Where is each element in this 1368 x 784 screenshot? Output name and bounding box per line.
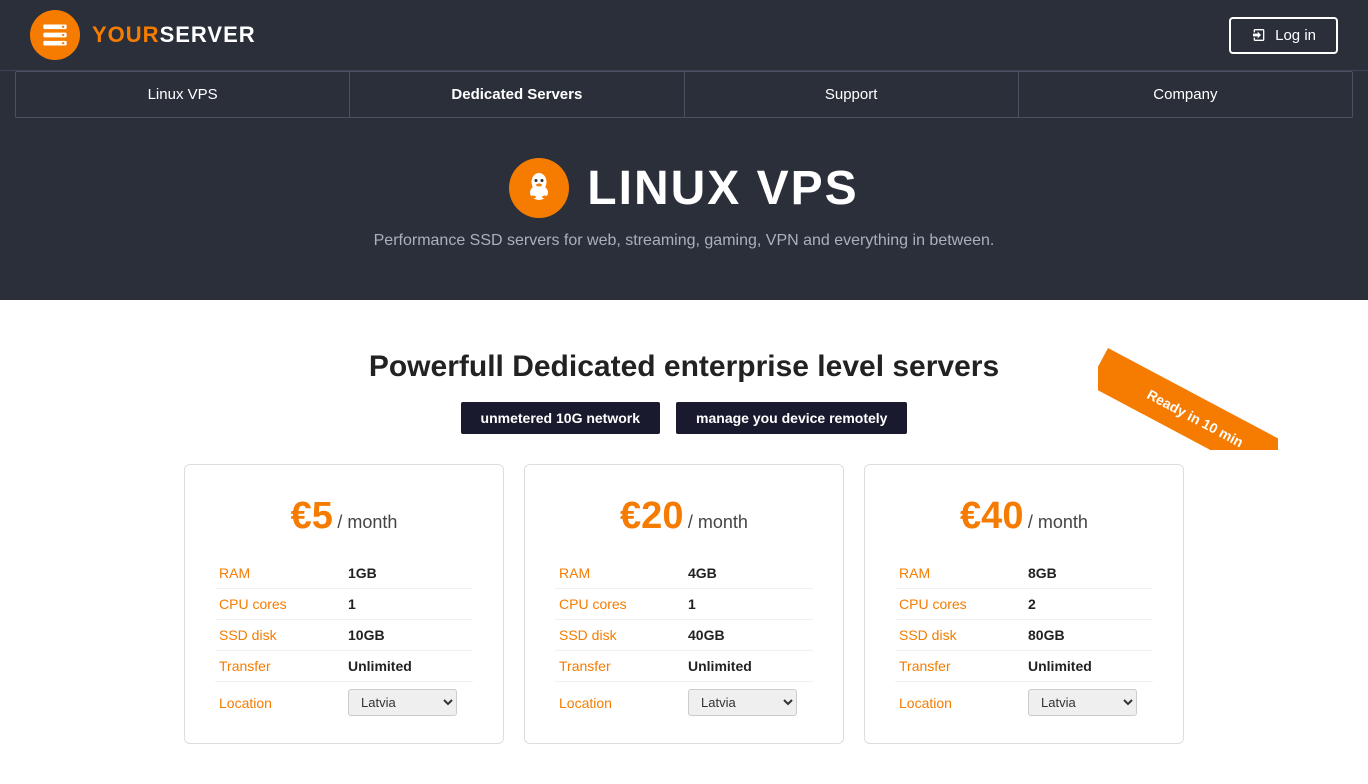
spec-label: SSD disk [895,620,1024,651]
spec-label: Transfer [215,651,344,682]
spec-label: Transfer [895,651,1024,682]
spec-value: Unlimited [684,651,813,682]
spec-label: RAM [895,558,1024,589]
ribbon-container: Ready in 10 min [1098,330,1278,450]
hero-title-area: LINUX VPS [20,158,1348,218]
nav-item-linux-vps[interactable]: Linux VPS [16,72,350,117]
pricing-card-3: €40 / month RAM 8GB CPU cores 2 SSD disk… [864,464,1184,744]
logo-text: YOURSERVER [92,22,256,48]
spec-select-cell[interactable]: Latvia Germany Netherlands USA [684,682,813,724]
nav-item-company[interactable]: Company [1019,72,1352,117]
spec-row: CPU cores 1 [555,589,813,620]
spec-label: CPU cores [215,589,344,620]
spec-label-location: Location [555,682,684,724]
spec-row: Transfer Unlimited [215,651,473,682]
pricing-card-2: €20 / month RAM 4GB CPU cores 1 SSD disk… [524,464,844,744]
main-content: Powerfull Dedicated enterprise level ser… [0,300,1368,784]
spec-label: RAM [215,558,344,589]
logo-icon [30,10,80,60]
spec-value: 1 [344,589,473,620]
hero-section: LINUX VPS Performance SSD servers for we… [0,118,1368,300]
location-select-1[interactable]: Latvia Germany Netherlands USA [348,689,457,716]
hero-linux-icon [509,158,569,218]
nav-link-company[interactable]: Company [1019,72,1352,117]
logo-prefix: YOUR [92,22,160,47]
location-select-3[interactable]: Latvia Germany Netherlands USA [1028,689,1137,716]
price-line-3: €40 / month [895,495,1153,538]
spec-value: 40GB [684,620,813,651]
spec-table-3: RAM 8GB CPU cores 2 SSD disk 80GB Transf… [895,558,1153,723]
spec-value: 80GB [1024,620,1153,651]
nav-link-linux-vps[interactable]: Linux VPS [16,72,349,117]
logo: YOURSERVER [30,10,256,60]
ready-ribbon: Ready in 10 min [1098,348,1278,450]
spec-label: SSD disk [215,620,344,651]
location-select-2[interactable]: Latvia Germany Netherlands USA [688,689,797,716]
spec-row: CPU cores 1 [215,589,473,620]
spec-row-location: Location Latvia Germany Netherlands USA [215,682,473,724]
tux-icon [521,170,557,206]
price-period-1: / month [337,512,397,532]
price-line-2: €20 / month [555,495,813,538]
server-icon [41,21,69,49]
spec-table-2: RAM 4GB CPU cores 1 SSD disk 40GB Transf… [555,558,813,723]
nav-link-dedicated-servers[interactable]: Dedicated Servers [350,72,683,117]
logo-suffix: SERVER [160,22,256,47]
spec-label: RAM [555,558,684,589]
spec-row: SSD disk 40GB [555,620,813,651]
spec-table-1: RAM 1GB CPU cores 1 SSD disk 10GB Transf… [215,558,473,723]
price-amount-2: €20 [620,495,683,537]
spec-select-cell[interactable]: Latvia Germany Netherlands USA [344,682,473,724]
main-nav: Linux VPS Dedicated Servers Support Comp… [0,70,1368,118]
section-header: Powerfull Dedicated enterprise level ser… [30,350,1338,434]
nav-item-dedicated-servers[interactable]: Dedicated Servers [350,72,684,117]
spec-value: 1GB [344,558,473,589]
spec-value: Unlimited [1024,651,1153,682]
spec-row: SSD disk 10GB [215,620,473,651]
price-period-3: / month [1028,512,1088,532]
spec-label: SSD disk [555,620,684,651]
spec-value: 2 [1024,589,1153,620]
spec-label: CPU cores [555,589,684,620]
spec-label: CPU cores [895,589,1024,620]
spec-value: 4GB [684,558,813,589]
nav-link-support[interactable]: Support [685,72,1018,117]
spec-label-location: Location [895,682,1024,724]
pricing-card-1: €5 / month RAM 1GB CPU cores 1 SSD disk … [184,464,504,744]
spec-row: CPU cores 2 [895,589,1153,620]
badge-remote: manage you device remotely [676,402,907,434]
login-icon [1251,27,1267,43]
spec-row: RAM 1GB [215,558,473,589]
spec-label-location: Location [215,682,344,724]
spec-value: 1 [684,589,813,620]
pricing-row: €5 / month RAM 1GB CPU cores 1 SSD disk … [30,464,1338,744]
badge-network: unmetered 10G network [461,402,661,434]
spec-row-location: Location Latvia Germany Netherlands USA [555,682,813,724]
hero-title: LINUX VPS [587,161,858,216]
hero-subtitle: Performance SSD servers for web, streami… [20,232,1348,250]
price-amount-3: €40 [960,495,1023,537]
price-line-1: €5 / month [215,495,473,538]
price-amount-1: €5 [291,495,333,537]
spec-row: RAM 4GB [555,558,813,589]
spec-value: Unlimited [344,651,473,682]
spec-select-cell[interactable]: Latvia Germany Netherlands USA [1024,682,1153,724]
spec-value: 10GB [344,620,473,651]
nav-item-support[interactable]: Support [685,72,1019,117]
login-label: Log in [1275,27,1316,44]
spec-row: RAM 8GB [895,558,1153,589]
spec-row: SSD disk 80GB [895,620,1153,651]
price-period-2: / month [688,512,748,532]
spec-row-location: Location Latvia Germany Netherlands USA [895,682,1153,724]
site-header: YOURSERVER Log in [0,0,1368,70]
login-button[interactable]: Log in [1229,17,1338,54]
spec-row: Transfer Unlimited [555,651,813,682]
spec-label: Transfer [555,651,684,682]
spec-value: 8GB [1024,558,1153,589]
spec-row: Transfer Unlimited [895,651,1153,682]
